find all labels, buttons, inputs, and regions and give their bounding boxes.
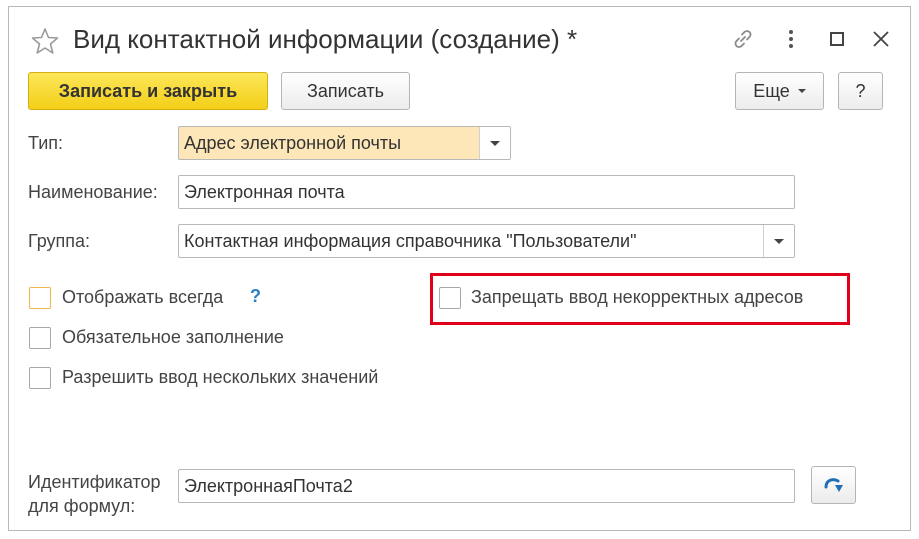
type-select[interactable]: Адрес электронной почты (178, 126, 511, 160)
group-select[interactable]: Контактная информация справочника "Польз… (178, 224, 795, 258)
always-show-checkbox[interactable] (29, 287, 51, 309)
save-button[interactable]: Записать (281, 72, 410, 110)
identifier-input[interactable]: ЭлектроннаяПочта2 (178, 469, 795, 503)
kebab-menu-icon[interactable] (778, 26, 804, 52)
name-value: Электронная почта (184, 181, 345, 202)
mandatory-label[interactable]: Обязательное заполнение (62, 327, 284, 348)
generate-identifier-button[interactable] (811, 466, 856, 504)
maximize-icon[interactable] (824, 26, 850, 52)
chevron-down-icon (490, 140, 500, 146)
type-dropdown-button[interactable] (479, 127, 510, 159)
more-button-label: Еще (753, 80, 790, 101)
arrow-icon (824, 478, 843, 492)
help-button[interactable]: ? (838, 72, 883, 110)
name-label: Наименование: (28, 182, 158, 202)
window-title: Вид контактной информации (создание) * (73, 24, 578, 54)
more-button[interactable]: Еще (735, 72, 824, 110)
help-question-icon[interactable]: ? (250, 286, 261, 307)
link-icon[interactable] (730, 26, 756, 52)
multiple-values-label[interactable]: Разрешить ввод нескольких значений (62, 367, 378, 388)
group-label: Группа: (28, 231, 91, 251)
identifier-label-line1: Идентификатор (28, 472, 161, 492)
chevron-down-icon (774, 238, 784, 244)
group-value: Контактная информация справочника "Польз… (184, 230, 637, 251)
form-window: Вид контактной информации (создание) * З… (8, 6, 911, 531)
chevron-down-icon (797, 89, 806, 93)
save-and-close-button[interactable]: Записать и закрыть (28, 72, 268, 110)
forbid-invalid-checkbox[interactable] (439, 287, 461, 309)
group-dropdown-button[interactable] (763, 225, 794, 257)
name-input[interactable]: Электронная почта (178, 175, 795, 209)
always-show-label[interactable]: Отображать всегда (62, 287, 223, 308)
identifier-value: ЭлектроннаяПочта2 (184, 475, 353, 496)
type-label: Тип: (28, 133, 64, 153)
multiple-values-checkbox[interactable] (29, 367, 51, 389)
mandatory-checkbox[interactable] (29, 327, 51, 349)
close-icon[interactable] (868, 26, 894, 52)
favorite-star-icon[interactable] (31, 27, 59, 55)
identifier-label-line2: для формул: (28, 496, 136, 516)
identifier-label: Идентификатор для формул: (28, 470, 161, 518)
forbid-invalid-label[interactable]: Запрещать ввод некорректных адресов (471, 287, 803, 308)
type-value: Адрес электронной почты (184, 132, 402, 153)
